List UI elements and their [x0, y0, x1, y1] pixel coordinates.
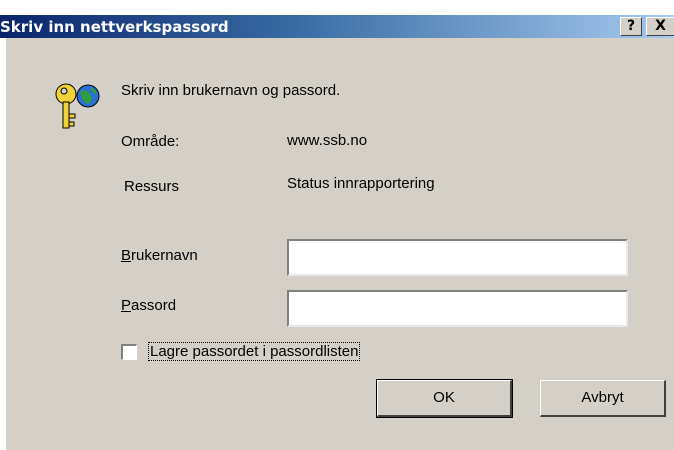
top-strip — [0, 0, 674, 15]
resource-value: Status innrapportering — [287, 175, 435, 192]
username-label: Brukernavn — [121, 247, 198, 264]
password-accelerator: P — [121, 297, 132, 314]
password-label: Passord — [121, 297, 176, 314]
password-field[interactable] — [287, 290, 628, 327]
cancel-button[interactable]: Avbryt — [540, 380, 666, 417]
area-label: Område: — [121, 133, 180, 150]
username-field[interactable] — [287, 239, 628, 276]
title-bar[interactable]: Skriv inn nettverkspassord ? X — [0, 15, 674, 38]
resource-label: Ressurs — [124, 178, 180, 195]
ok-button[interactable]: OK — [376, 379, 513, 418]
key-globe-icon — [50, 78, 110, 134]
save-password-checkbox[interactable] — [121, 344, 137, 360]
username-label-rest: rukernavn — [131, 247, 198, 264]
prompt-text: Skriv inn brukernavn og passord. — [121, 82, 341, 99]
password-label-rest: assord — [131, 297, 177, 314]
save-password-label[interactable]: Lagre passordet i passordlisten — [148, 342, 361, 361]
close-button[interactable]: X — [646, 17, 674, 36]
window-title: Skriv inn nettverkspassord — [0, 18, 229, 36]
username-accelerator: B — [121, 247, 132, 264]
area-value: www.ssb.no — [287, 132, 368, 149]
help-button[interactable]: ? — [620, 17, 642, 36]
